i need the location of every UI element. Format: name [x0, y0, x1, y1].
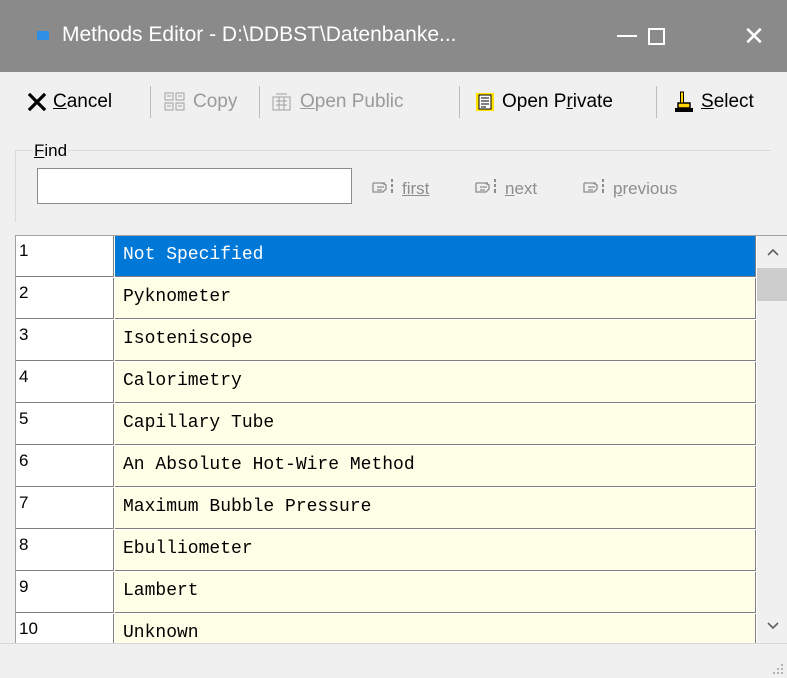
open-public-label: Open Public — [300, 91, 404, 112]
hand-pointer-icon — [674, 91, 694, 113]
title-bar[interactable]: Methods Editor - D:\DDBST\Datenbanke... … — [0, 0, 787, 72]
window-title: Methods Editor - D:\DDBST\Datenbanke... — [62, 23, 457, 46]
row-number-cell[interactable]: 3 — [16, 320, 114, 361]
row-number-cell[interactable]: 8 — [16, 530, 114, 571]
select-button[interactable]: Select — [674, 89, 754, 115]
pointing-hand-icon — [583, 178, 607, 199]
table-row[interactable]: 10 Unknown — [16, 614, 756, 644]
copy-button[interactable]: Copy — [164, 89, 237, 115]
select-label: Select — [701, 91, 754, 112]
methods-grid[interactable]: 1 Not Specified 2 Pyknometer 3 Isotenisc… — [15, 235, 787, 644]
table-row[interactable]: 4 Calorimetry — [16, 362, 756, 404]
table-row[interactable]: 8 Ebulliometer — [16, 530, 756, 572]
scroll-down-button[interactable] — [757, 608, 787, 644]
find-label: Find — [33, 141, 69, 161]
row-number-cell[interactable]: 7 — [16, 488, 114, 529]
find-next-button[interactable]: next — [475, 178, 537, 199]
table-row[interactable]: 1 Not Specified — [16, 236, 756, 278]
maximize-icon — [647, 27, 665, 45]
find-input[interactable] — [37, 168, 352, 204]
copy-label: Copy — [193, 91, 238, 112]
open-public-button[interactable]: Open Public — [271, 89, 404, 115]
table-row[interactable]: 6 An Absolute Hot-Wire Method — [16, 446, 756, 488]
method-name-cell[interactable]: Lambert — [115, 572, 756, 613]
method-name-cell[interactable]: An Absolute Hot-Wire Method — [115, 446, 756, 487]
vertical-scrollbar[interactable] — [757, 236, 787, 644]
maximize-button[interactable] — [624, 0, 688, 72]
find-previous-label: previous — [613, 178, 678, 198]
toolbar-separator — [150, 86, 151, 118]
cancel-label: Cancel — [53, 91, 113, 112]
scroll-up-button[interactable] — [757, 236, 787, 268]
find-first-button[interactable]: first — [372, 178, 429, 199]
status-bar — [0, 643, 787, 678]
row-number-cell[interactable]: 2 — [16, 278, 114, 319]
find-group: Find first next previous — [15, 141, 772, 223]
table-row[interactable]: 7 Maximum Bubble Pressure — [16, 488, 756, 530]
chevron-down-icon — [766, 622, 779, 630]
method-name-cell[interactable]: Not Specified — [115, 236, 756, 277]
pointing-hand-icon — [372, 178, 396, 199]
table-row[interactable]: 2 Pyknometer — [16, 278, 756, 320]
app-icon — [37, 31, 49, 40]
open-private-button[interactable]: Open Private — [475, 89, 613, 115]
toolbar-separator — [259, 86, 260, 118]
table-row[interactable]: 5 Capillary Tube — [16, 404, 756, 446]
copy-records-icon — [164, 92, 186, 112]
x-icon — [28, 93, 46, 111]
find-next-label: next — [505, 178, 538, 198]
chevron-up-icon — [766, 248, 779, 256]
open-private-label: Open Private — [502, 91, 613, 112]
row-number-cell[interactable]: 6 — [16, 446, 114, 487]
toolbar: Cancel Copy Open Public Open Private Sel… — [0, 72, 787, 130]
close-icon: ✕ — [743, 20, 765, 51]
row-number-cell[interactable]: 9 — [16, 572, 114, 613]
close-button[interactable]: ✕ — [722, 0, 786, 72]
scroll-thumb[interactable] — [757, 268, 787, 301]
cancel-button[interactable]: Cancel — [28, 89, 112, 115]
method-name-cell[interactable]: Calorimetry — [115, 362, 756, 403]
method-name-cell[interactable]: Capillary Tube — [115, 404, 756, 445]
row-number-cell[interactable]: 10 — [16, 614, 114, 644]
open-public-icon — [271, 92, 293, 112]
resize-grip-icon[interactable] — [772, 663, 784, 675]
find-first-label: first — [402, 178, 430, 198]
find-previous-button[interactable]: previous — [583, 178, 677, 199]
row-number-cell[interactable]: 5 — [16, 404, 114, 445]
table-row[interactable]: 9 Lambert — [16, 572, 756, 614]
method-name-cell[interactable]: Unknown — [115, 614, 756, 644]
method-name-cell[interactable]: Pyknometer — [115, 278, 756, 319]
row-number-cell[interactable]: 1 — [16, 236, 114, 277]
method-name-cell[interactable]: Isoteniscope — [115, 320, 756, 361]
table-row[interactable]: 3 Isoteniscope — [16, 320, 756, 362]
pointing-hand-icon — [475, 178, 499, 199]
row-number-cell[interactable]: 4 — [16, 362, 114, 403]
toolbar-separator — [656, 86, 657, 118]
method-name-cell[interactable]: Maximum Bubble Pressure — [115, 488, 756, 529]
method-name-cell[interactable]: Ebulliometer — [115, 530, 756, 571]
toolbar-separator — [459, 86, 460, 118]
open-private-icon — [475, 92, 495, 112]
